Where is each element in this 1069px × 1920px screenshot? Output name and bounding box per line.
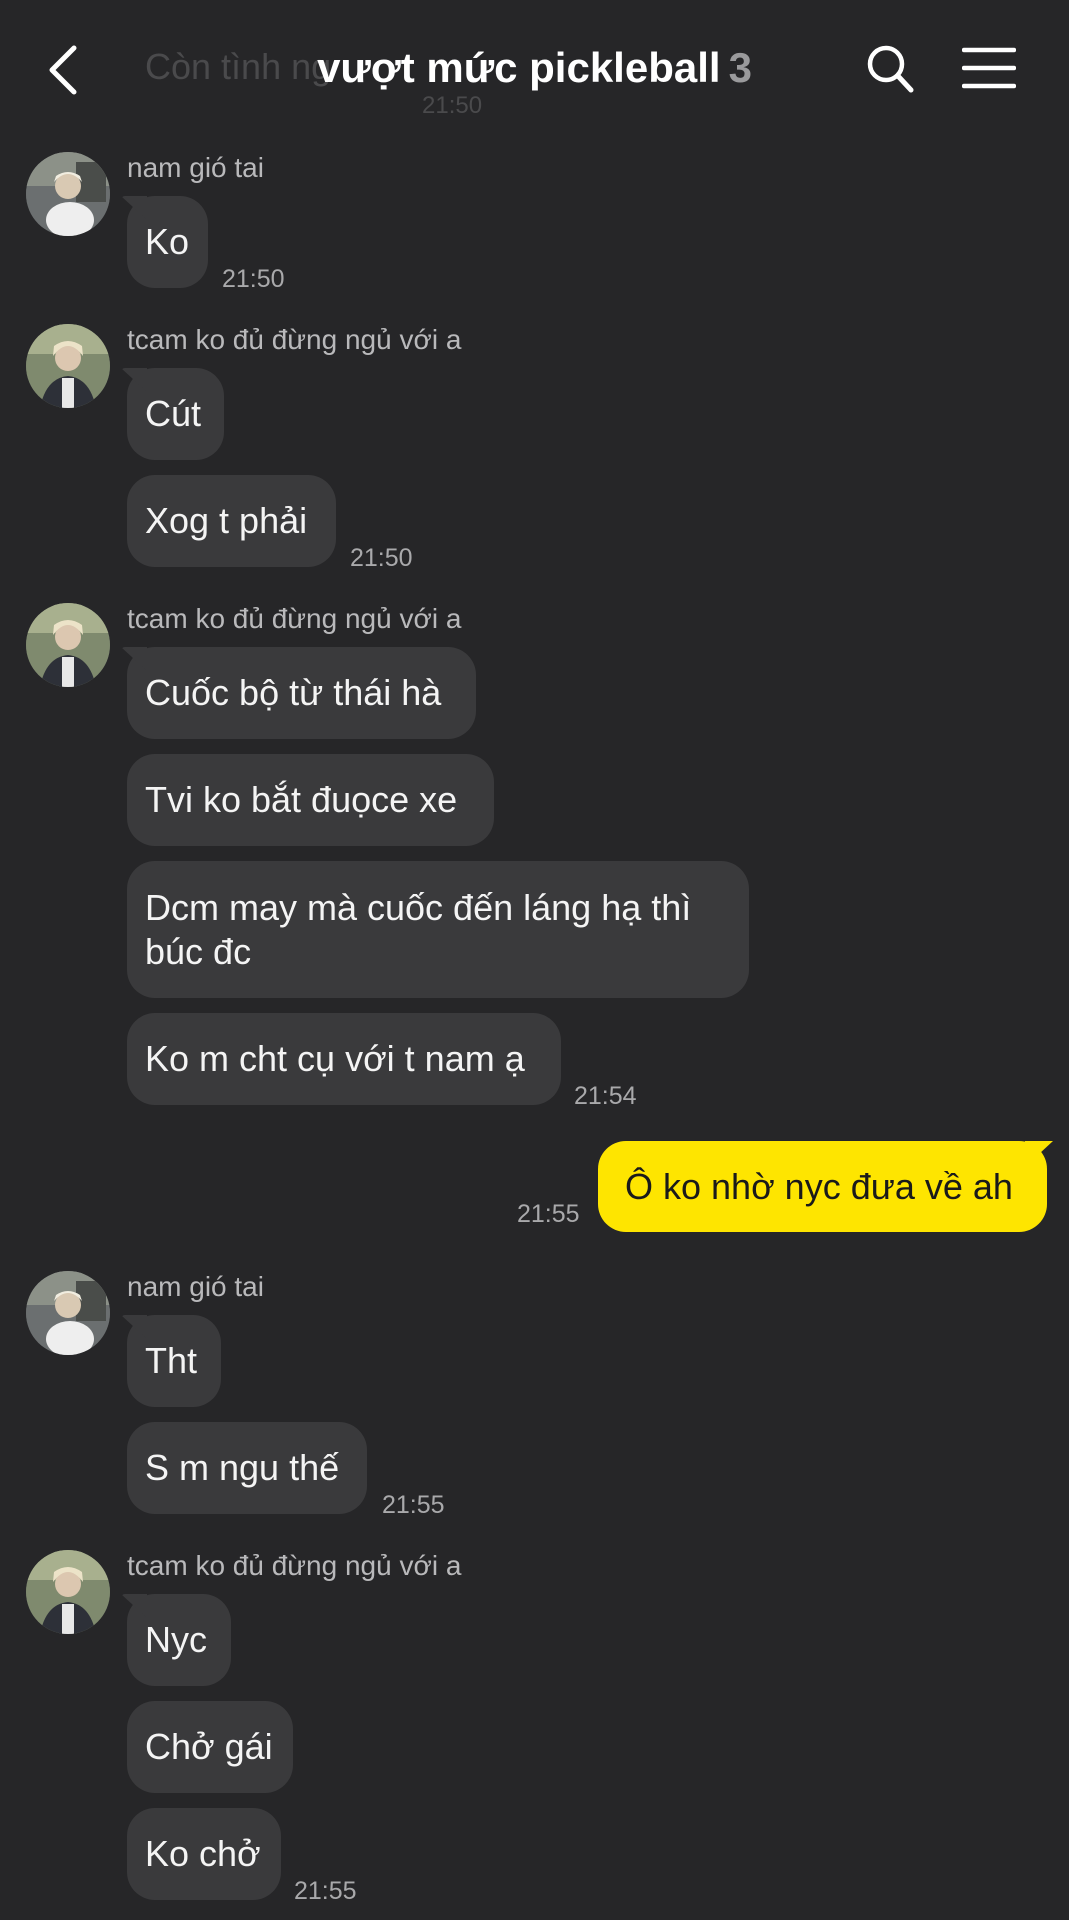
message-bubble[interactable]: S m ngu thế (127, 1422, 367, 1514)
message-time: 21:50 (350, 544, 413, 572)
message-time: 21:55 (294, 1877, 357, 1905)
hamburger-menu-icon[interactable] (962, 46, 1016, 90)
message-bubble[interactable]: Ko chở (127, 1808, 281, 1900)
chat-title-text: vượt mức pickleball (317, 44, 721, 91)
avatar-photo-icon (26, 1271, 110, 1355)
avatar-tcam[interactable] (26, 324, 110, 408)
message-bubble[interactable]: Ko (127, 196, 208, 288)
sender-name: nam gió tai (127, 1271, 264, 1302)
sender-name: nam gió tai (127, 152, 264, 183)
message-bubble[interactable]: Chở gái (127, 1701, 293, 1793)
message-bubble[interactable]: Xog t phải (127, 475, 336, 567)
message-bubble[interactable]: Cút (127, 368, 224, 460)
sender-name: tcam ko đủ đừng ngủ với a (127, 603, 462, 634)
message-time: 21:54 (574, 1082, 637, 1110)
sender-name: tcam ko đủ đừng ngủ với a (127, 324, 462, 355)
message-bubble[interactable]: Tht (127, 1315, 221, 1407)
message-bubble[interactable]: Tvi ko bắt đuọce xe (127, 754, 494, 846)
search-icon[interactable] (866, 44, 914, 94)
avatar-photo-icon (26, 1550, 110, 1634)
message-time: 21:50 (222, 265, 285, 293)
chat-header: Còn tình ng 21:50 vượt mức pickleball 3 (0, 0, 1069, 140)
avatar-nam-gio-tai[interactable] (26, 1271, 110, 1355)
avatar-photo-icon (26, 152, 110, 236)
scrolled-time-ghost: 21:50 (422, 92, 483, 119)
message-bubble[interactable]: Dcm may mà cuốc đến láng hạ thì búc đc (127, 861, 749, 998)
message-time: 21:55 (517, 1200, 580, 1228)
member-count: 3 (728, 44, 752, 91)
avatar-nam-gio-tai[interactable] (26, 152, 110, 236)
avatar-tcam[interactable] (26, 603, 110, 687)
message-bubble[interactable]: Nyc (127, 1594, 231, 1686)
sender-name: tcam ko đủ đừng ngủ với a (127, 1550, 462, 1581)
avatar-photo-icon (26, 324, 110, 408)
message-bubble[interactable]: Cuốc bộ từ thái hà (127, 647, 476, 739)
message-bubble[interactable]: Ko m cht cụ với t nam ạ (127, 1013, 561, 1105)
my-message-bubble[interactable]: Ô ko nhờ nyc đưa về ah (598, 1141, 1047, 1232)
avatar-photo-icon (26, 603, 110, 687)
avatar-tcam[interactable] (26, 1550, 110, 1634)
message-time: 21:55 (382, 1491, 445, 1519)
